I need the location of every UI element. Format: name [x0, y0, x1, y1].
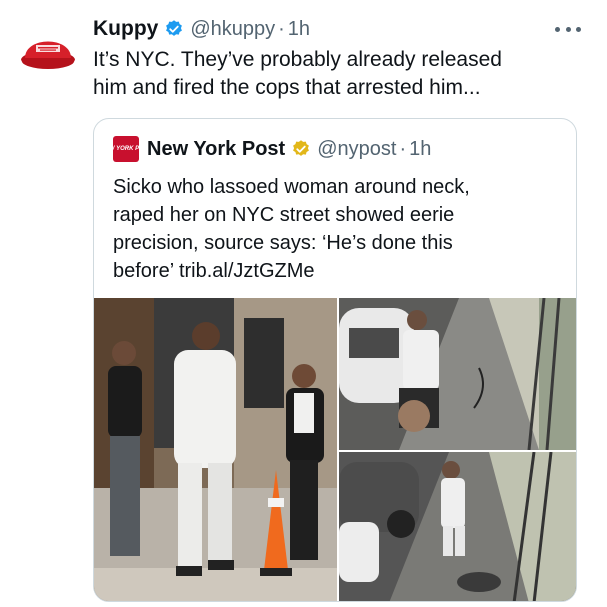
quoted-text-line: Sicko who lassoed woman around neck,	[113, 176, 470, 198]
quoted-author-name[interactable]: New York Post	[147, 138, 285, 161]
surveillance-still-2[interactable]	[339, 452, 576, 601]
quoted-text-line: precision, source says: ‘He’s done this	[113, 232, 453, 254]
tweet-text: It’s NYC. They’ve probably already relea…	[93, 46, 573, 102]
surveillance-still-1[interactable]	[339, 298, 576, 450]
quoted-tweet-header: NEW YORK POST New York Post @nypost · 1h	[101, 135, 431, 163]
tweet-text-line: him and fired the cops that arrested him…	[93, 76, 481, 99]
nypost-logo-text: NEW YORK POST	[100, 145, 152, 152]
more-options-icon[interactable]	[555, 18, 581, 40]
quoted-text-line: before’ trib.al/JztGZMe	[113, 260, 315, 282]
red-cap-icon	[21, 41, 75, 69]
author-handle[interactable]: @hkuppy	[190, 18, 275, 41]
tweet-text-line: It’s NYC. They’ve probably already relea…	[93, 48, 502, 71]
avatar[interactable]	[19, 20, 77, 78]
quoted-text-line: raped her on NYC street showed eerie	[113, 204, 455, 226]
tweet-header: Kuppy @hkuppy · 1h	[93, 14, 310, 44]
quoted-timestamp[interactable]: 1h	[409, 138, 431, 161]
verified-badge-icon	[164, 19, 184, 39]
quoted-tweet-text: Sicko who lassoed woman around neck, rap…	[113, 173, 563, 285]
separator-dot: ·	[278, 17, 285, 40]
nypost-logo-icon: NEW YORK POST	[101, 136, 151, 162]
author-name[interactable]: Kuppy	[93, 17, 158, 41]
gold-verified-badge-icon	[291, 139, 311, 159]
quoted-tweet[interactable]: NEW YORK POST New York Post @nypost · 1h…	[93, 118, 577, 602]
arrest-photo[interactable]	[94, 298, 337, 601]
separator-dot: ·	[399, 137, 407, 160]
media-grid[interactable]	[94, 298, 576, 601]
quoted-author-handle[interactable]: @nypost	[317, 138, 396, 161]
timestamp[interactable]: 1h	[288, 18, 310, 41]
